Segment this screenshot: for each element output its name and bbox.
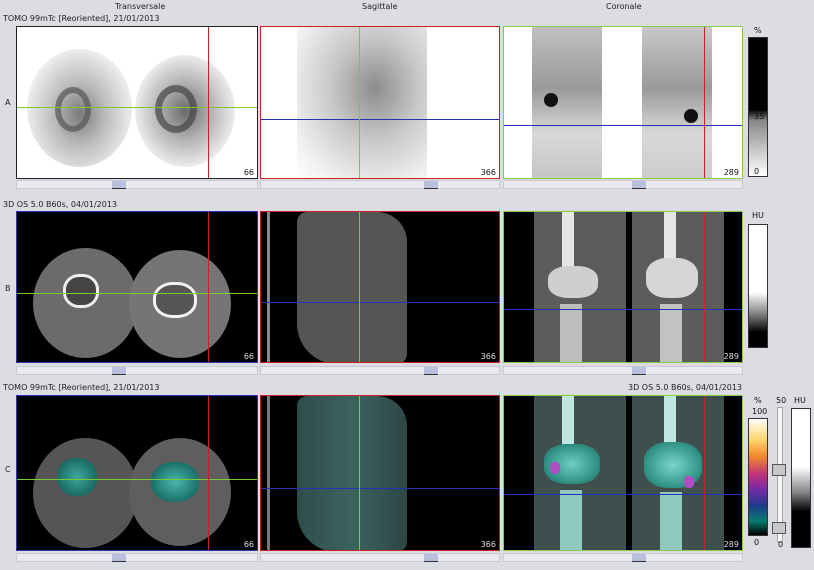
row-a-sagittal-slider[interactable]	[260, 180, 500, 189]
column-header-transversale: Transversale	[115, 2, 166, 11]
slice-number: 289	[723, 168, 739, 177]
row-a-transversal-slider[interactable]	[16, 180, 258, 189]
slider-handle[interactable]	[112, 181, 126, 189]
scale-b-unit: HU	[752, 211, 764, 220]
row-b-sagittal-slider[interactable]	[260, 366, 500, 375]
row-b-title: 3D OS 5.0 B60s, 04/01/2013	[3, 200, 118, 209]
slice-number: 66	[243, 168, 254, 177]
slice-number: 66	[243, 352, 254, 361]
slider-handle[interactable]	[112, 367, 126, 375]
scale-a-unit: %	[754, 26, 762, 35]
opacity-slider-handle[interactable]	[772, 464, 786, 476]
row-c-title-right: 3D OS 5.0 B60s, 04/01/2013	[628, 383, 743, 392]
row-b-transversal-slider[interactable]	[16, 366, 258, 375]
colorbar-c-hu[interactable]	[791, 408, 811, 548]
row-a-letter: A	[5, 98, 11, 107]
slice-number: 66	[243, 540, 254, 549]
slider-handle[interactable]	[632, 554, 646, 562]
slider-handle[interactable]	[112, 554, 126, 562]
row-b-coronal-view[interactable]: 289	[503, 211, 743, 363]
row-b-coronal-slider[interactable]	[503, 366, 743, 375]
row-a-sagittal-view[interactable]: 366	[260, 26, 500, 179]
scale-c-low-mid: 0	[778, 540, 784, 549]
scale-c-unit-right: HU	[794, 396, 806, 405]
scale-c-unit-mid: 50	[776, 396, 787, 405]
scale-c-low: 0	[754, 538, 760, 547]
row-c-transversal-view[interactable]: 66	[16, 395, 258, 551]
scale-a-mid: 35	[754, 112, 765, 121]
slider-handle[interactable]	[632, 367, 646, 375]
slice-number: 366	[480, 540, 496, 549]
row-c-sagittal-view[interactable]: 366	[260, 395, 500, 551]
scale-c-top: 100	[752, 407, 768, 416]
slice-number: 289	[723, 540, 739, 549]
column-header-sagittale: Sagittale	[362, 2, 398, 11]
row-c-coronal-view[interactable]: 289	[503, 395, 743, 551]
opacity-slider-handle-low[interactable]	[772, 522, 786, 534]
row-a-transversal-view[interactable]: 66	[16, 26, 258, 179]
scale-c-unit-left: %	[754, 396, 762, 405]
row-b-letter: B	[5, 284, 11, 293]
column-header-coronale: Coronale	[606, 2, 642, 11]
slider-handle[interactable]	[424, 181, 438, 189]
row-a-title: TOMO 99mTc [Reoriented], 21/01/2013	[3, 14, 160, 23]
row-a-coronal-slider[interactable]	[503, 180, 743, 189]
row-c-letter: C	[5, 465, 11, 474]
row-c-coronal-slider[interactable]	[503, 553, 743, 562]
colorbar-a[interactable]	[748, 37, 768, 177]
slice-number: 289	[723, 352, 739, 361]
scale-a-low: 0	[754, 167, 760, 176]
slice-number: 366	[480, 168, 496, 177]
slice-number: 366	[480, 352, 496, 361]
slider-handle[interactable]	[424, 367, 438, 375]
slider-handle[interactable]	[424, 554, 438, 562]
colorbar-c-percent[interactable]	[748, 418, 768, 536]
row-b-sagittal-view[interactable]: 366	[260, 211, 500, 363]
colorbar-b[interactable]	[748, 224, 768, 348]
row-c-transversal-slider[interactable]	[16, 553, 258, 562]
slider-handle[interactable]	[632, 181, 646, 189]
row-c-sagittal-slider[interactable]	[260, 553, 500, 562]
row-c-title: TOMO 99mTc [Reoriented], 21/01/2013	[3, 383, 160, 392]
row-a-coronal-view[interactable]: 289	[503, 26, 743, 179]
row-b-transversal-view[interactable]: 66	[16, 211, 258, 363]
